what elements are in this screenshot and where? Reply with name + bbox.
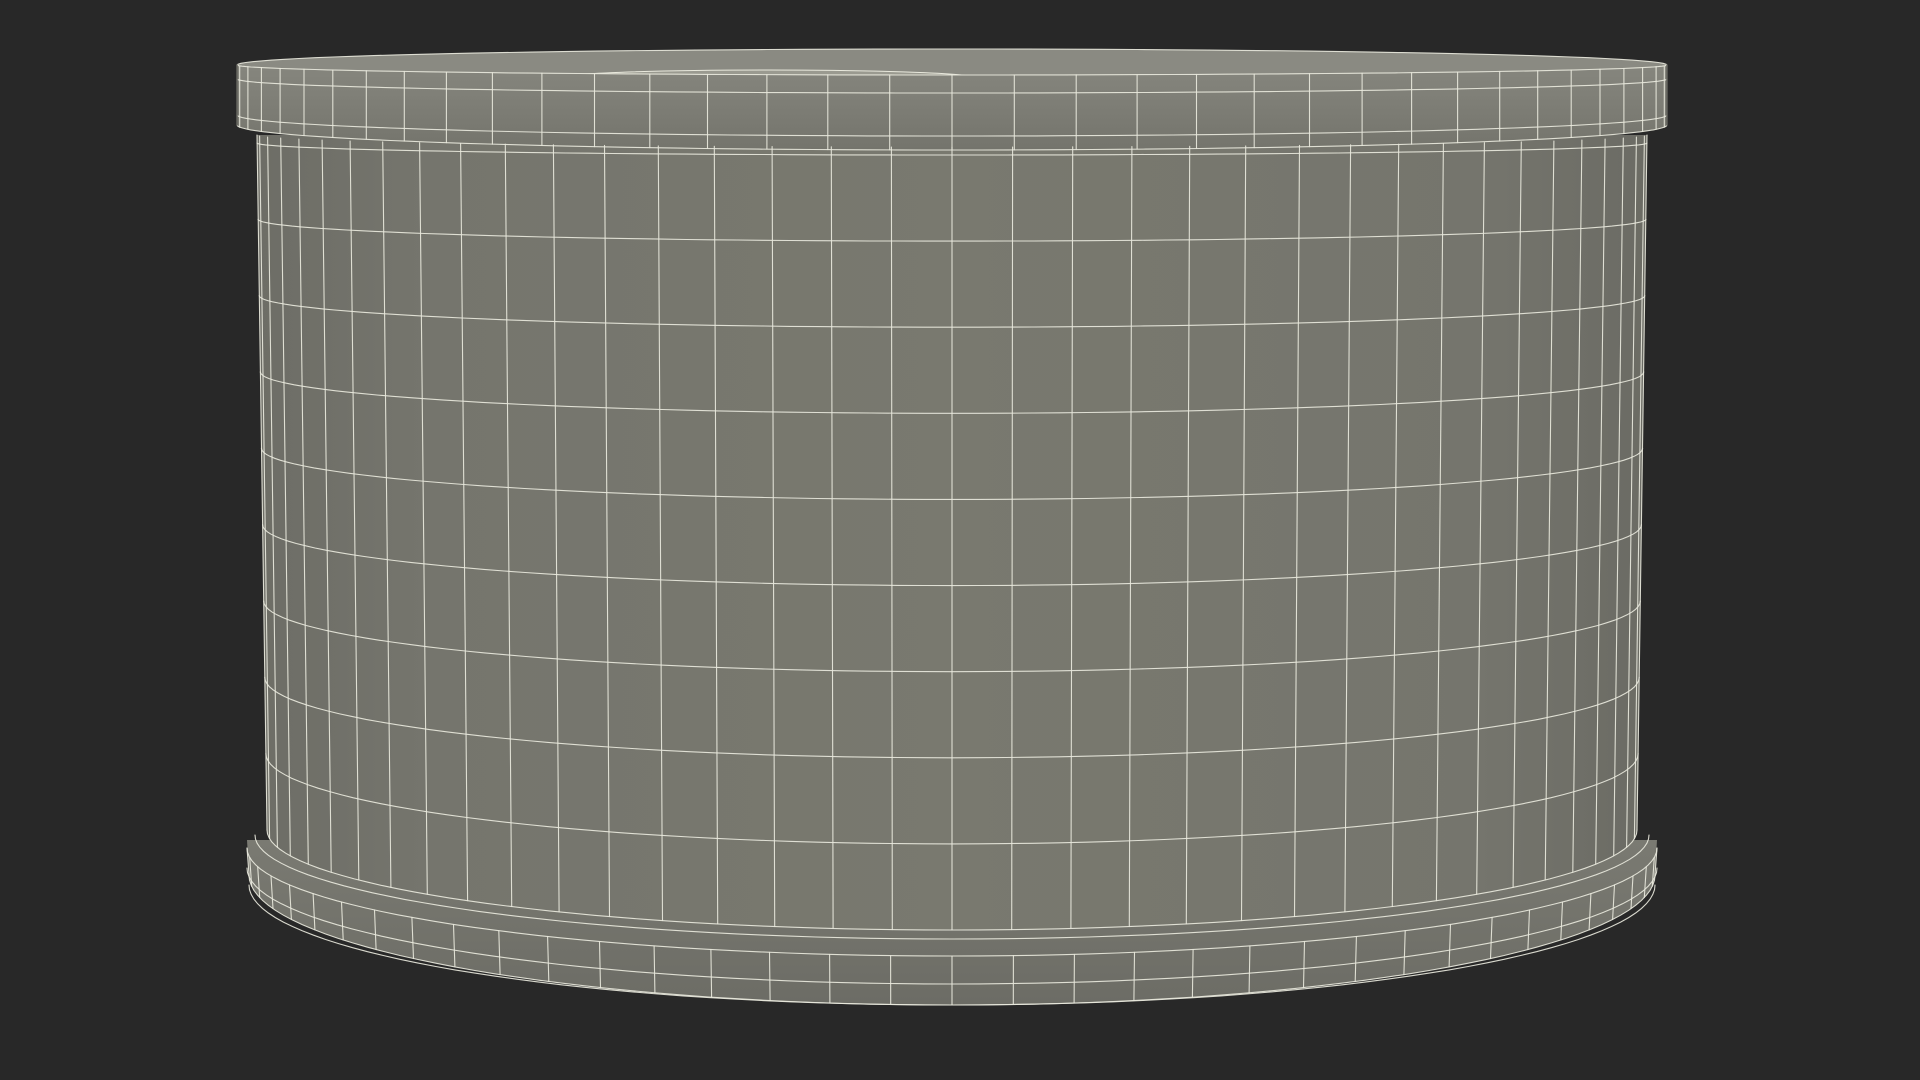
base-vertical-line [710, 948, 713, 998]
base-vertical-line [1191, 948, 1194, 998]
render-viewport [0, 0, 1920, 1080]
base-vertical-line [1133, 951, 1136, 1002]
wireframe-can-render [236, 48, 1668, 1006]
base-vertical-line [768, 951, 771, 1002]
